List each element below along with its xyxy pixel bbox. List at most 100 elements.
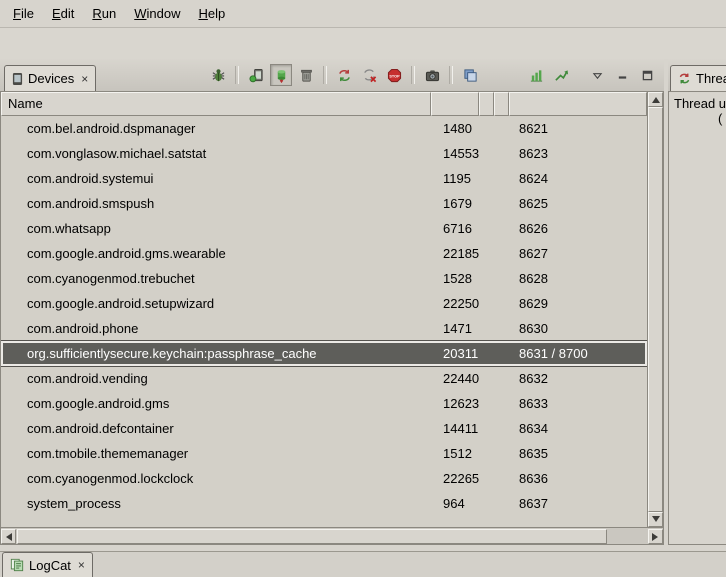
process-port: 8632 — [509, 371, 647, 386]
threads-message-line2: ( — [718, 111, 726, 126]
devices-toolbar: STOP — [207, 59, 658, 91]
process-port: 8624 — [509, 171, 647, 186]
process-pid: 14411 — [431, 421, 479, 436]
method-profiling-icon[interactable] — [550, 64, 572, 86]
process-port: 8621 — [509, 121, 647, 136]
debug-process-icon[interactable] — [207, 64, 229, 86]
process-name: com.vonglasow.michael.satstat — [1, 146, 431, 161]
process-port: 8628 — [509, 271, 647, 286]
column-header-4[interactable] — [494, 92, 509, 116]
scroll-right-icon[interactable] — [648, 529, 663, 544]
close-icon[interactable]: × — [76, 558, 85, 572]
process-name: com.android.smspush — [1, 196, 431, 211]
toolbar-separator — [235, 66, 239, 84]
threads-content: Thread up ( — [668, 91, 726, 545]
table-row[interactable]: com.vonglasow.michael.satstat 14553 8623 — [1, 141, 647, 166]
toolbar-separator — [411, 66, 415, 84]
process-port: 8633 — [509, 396, 647, 411]
view-hierarchy-icon[interactable] — [459, 64, 481, 86]
process-port: 8635 — [509, 446, 647, 461]
process-name: org.sufficientlysecure.keychain:passphra… — [1, 346, 431, 361]
vertical-scrollbar[interactable] — [647, 92, 663, 527]
process-pid: 14553 — [431, 146, 479, 161]
process-pid: 22185 — [431, 246, 479, 261]
table-row[interactable]: com.whatsapp 6716 8626 — [1, 216, 647, 241]
menu-file[interactable]: File — [4, 2, 43, 25]
profile-threads-icon[interactable] — [358, 64, 380, 86]
devices-panel: Devices × STOP Name com.bel.android.dspm… — [0, 59, 664, 551]
stop-process-icon[interactable]: STOP — [383, 64, 405, 86]
tab-logcat[interactable]: LogCat × — [2, 552, 93, 577]
screen-capture-icon[interactable] — [421, 64, 443, 86]
column-header-name[interactable]: Name — [1, 92, 431, 116]
process-name: com.cyanogenmod.trebuchet — [1, 271, 431, 286]
process-port: 8636 — [509, 471, 647, 486]
column-header-port[interactable] — [509, 92, 647, 116]
horizontal-scrollbar-thumb[interactable] — [17, 529, 607, 544]
update-threads-icon[interactable] — [333, 64, 355, 86]
table-row[interactable]: com.android.defcontainer 14411 8634 — [1, 416, 647, 441]
table-row[interactable]: com.cyanogenmod.lockclock 22265 8636 — [1, 466, 647, 491]
vertical-scrollbar-thumb[interactable] — [648, 107, 663, 512]
process-name: system_process — [1, 496, 431, 511]
process-port: 8630 — [509, 321, 647, 336]
table-row[interactable]: com.google.android.gms.wearable 22185 86… — [1, 241, 647, 266]
table-row[interactable]: org.sufficientlysecure.keychain:passphra… — [1, 341, 647, 366]
horizontal-scrollbar[interactable] — [1, 527, 663, 544]
process-name: com.whatsapp — [1, 221, 431, 236]
process-table-body: com.bel.android.dspmanager 1480 8621 com… — [1, 116, 647, 527]
menu-window[interactable]: Window — [125, 2, 189, 25]
update-heap-icon[interactable] — [245, 64, 267, 86]
threads-panel: Threads Thread up ( — [668, 59, 726, 551]
menu-run[interactable]: Run — [83, 2, 125, 25]
close-icon[interactable]: × — [79, 72, 88, 86]
threads-tab-icon — [678, 72, 691, 85]
table-row[interactable]: system_process 964 8637 — [1, 491, 647, 516]
logcat-icon — [10, 558, 24, 572]
process-table: Name com.bel.android.dspmanager 1480 862… — [0, 91, 664, 545]
process-pid: 1471 — [431, 321, 479, 336]
bottom-tab-area: LogCat × — [0, 551, 726, 577]
process-name: com.android.defcontainer — [1, 421, 431, 436]
scroll-down-icon[interactable] — [648, 512, 663, 527]
process-pid: 1195 — [431, 171, 479, 186]
table-row[interactable]: com.cyanogenmod.trebuchet 1528 8628 — [1, 266, 647, 291]
menu-edit[interactable]: Edit — [43, 2, 83, 25]
view-menu-icon[interactable] — [586, 64, 608, 86]
process-port: 8631 / 8700 — [509, 346, 647, 361]
heap-chart-icon[interactable] — [525, 64, 547, 86]
tab-logcat-label: LogCat — [29, 558, 71, 573]
svg-text:STOP: STOP — [389, 74, 400, 78]
menu-help[interactable]: Help — [189, 2, 234, 25]
scroll-up-icon[interactable] — [648, 92, 663, 107]
maximize-icon[interactable] — [636, 64, 658, 86]
process-port: 8637 — [509, 496, 647, 511]
process-port: 8634 — [509, 421, 647, 436]
table-row[interactable]: com.tmobile.thememanager 1512 8635 — [1, 441, 647, 466]
process-name: com.android.systemui — [1, 171, 431, 186]
process-port: 8627 — [509, 246, 647, 261]
table-row[interactable]: com.android.smspush 1679 8625 — [1, 191, 647, 216]
process-name: com.tmobile.thememanager — [1, 446, 431, 461]
process-pid: 1480 — [431, 121, 479, 136]
table-row[interactable]: com.android.phone 1471 8630 — [1, 316, 647, 341]
process-pid: 1512 — [431, 446, 479, 461]
table-row[interactable]: com.google.android.gms 12623 8633 — [1, 391, 647, 416]
table-row[interactable]: com.android.systemui 1195 8624 — [1, 166, 647, 191]
minimize-icon[interactable] — [611, 64, 633, 86]
tab-devices[interactable]: Devices × — [4, 65, 96, 91]
column-header-3[interactable] — [479, 92, 494, 116]
dump-hprof-icon[interactable] — [270, 64, 292, 86]
column-header-pid[interactable] — [431, 92, 479, 116]
tab-threads[interactable]: Threads — [670, 65, 726, 91]
table-row[interactable]: com.android.vending 22440 8632 — [1, 366, 647, 391]
table-row[interactable]: com.bel.android.dspmanager 1480 8621 — [1, 116, 647, 141]
process-pid: 22265 — [431, 471, 479, 486]
process-port: 8629 — [509, 296, 647, 311]
process-pid: 1679 — [431, 196, 479, 211]
table-row[interactable]: com.google.android.setupwizard 22250 862… — [1, 291, 647, 316]
cause-gc-icon[interactable] — [295, 64, 317, 86]
threads-message-line1: Thread up — [674, 96, 726, 111]
scroll-left-icon[interactable] — [1, 529, 16, 544]
toolbar-separator — [323, 66, 327, 84]
